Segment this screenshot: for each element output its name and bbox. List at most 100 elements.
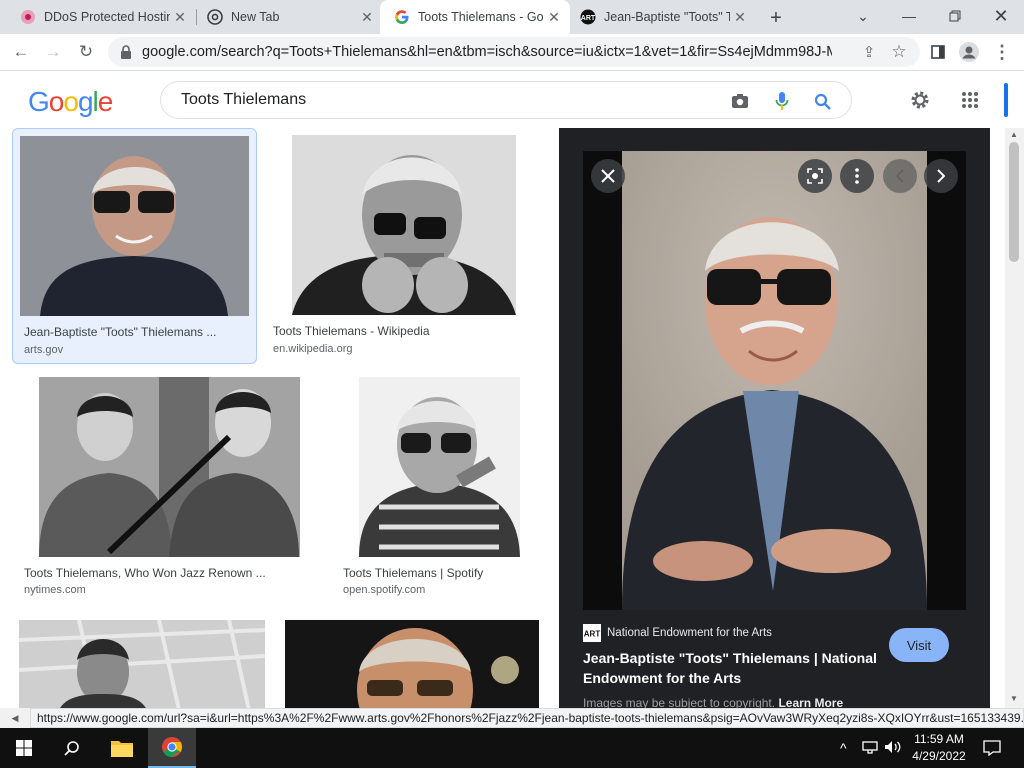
more-options-button[interactable] (840, 159, 874, 193)
image-result-card[interactable] (280, 620, 548, 708)
network-icon[interactable] (862, 740, 878, 757)
chrome-menu-icon[interactable]: ⋮ (989, 39, 1015, 65)
image-result-card[interactable]: Toots Thielemans | Spotify open.spotify.… (331, 372, 547, 604)
tab-title: Jean-Baptiste "Toots" T (604, 10, 730, 24)
restore-icon (949, 10, 961, 22)
windows-taskbar: ^ 11:59 AM 4/29/2022 (0, 728, 1024, 768)
chevron-right-icon (937, 169, 945, 183)
image-result-card[interactable]: Jean-Baptiste "Toots" Thielemans ... art… (12, 128, 257, 364)
large-portrait-photo-icon (583, 151, 966, 610)
taskbar-file-explorer[interactable] (98, 728, 146, 768)
scroll-left-arrow-icon[interactable]: ◀ (0, 708, 30, 728)
volume-icon[interactable] (884, 740, 902, 757)
preview-image[interactable] (583, 151, 966, 610)
flower-favicon-icon (21, 10, 35, 24)
apps-grid-icon[interactable] (958, 88, 982, 112)
tab-title: New Tab (231, 10, 280, 24)
google-header: Google (0, 72, 1024, 128)
duo-musicians-photo-icon (39, 377, 300, 557)
tab-search-chevron-icon[interactable]: ⌄ (840, 0, 886, 32)
image-preview-panel: ART National Endowment for the Arts Jean… (559, 128, 990, 708)
action-center-button[interactable] (968, 728, 1016, 768)
browser-toolbar: ← → ↻ google.com/search?q=Toots+Thielema… (0, 34, 1024, 71)
image-result-card[interactable] (12, 620, 272, 708)
logo-letter: G (28, 86, 50, 117)
tab-title: DDoS Protected Hostin (44, 10, 170, 24)
profile-avatar-icon[interactable] (956, 39, 982, 65)
close-tab-icon[interactable]: ✕ (357, 7, 377, 27)
page-scrollbar[interactable]: ▲ ▼ (1005, 128, 1024, 708)
scroll-down-arrow-icon[interactable]: ▼ (1009, 694, 1019, 704)
result-thumbnail[interactable] (39, 377, 300, 557)
result-source[interactable]: arts.gov (24, 344, 63, 356)
sign-in-edge[interactable] (1004, 83, 1008, 117)
start-button[interactable] (0, 728, 48, 768)
show-hidden-icons-icon[interactable]: ^ (840, 740, 847, 756)
result-thumbnail[interactable] (292, 135, 516, 315)
search-input[interactable] (181, 91, 721, 109)
tab-toots-google[interactable]: Toots Thielemans - Go ✕ (380, 0, 570, 34)
search-box[interactable] (160, 81, 852, 119)
learn-more-link[interactable]: Learn More (778, 696, 843, 708)
taskbar-clock[interactable]: 11:59 AM 4/29/2022 (904, 731, 974, 765)
result-caption[interactable]: Toots Thielemans, Who Won Jazz Renown ..… (24, 566, 266, 580)
new-tab-button[interactable]: + (764, 6, 788, 30)
back-button[interactable]: ← (8, 39, 34, 65)
restore-button[interactable] (932, 0, 978, 32)
logo-letter: e (97, 86, 114, 117)
settings-gear-icon[interactable] (908, 88, 932, 112)
svg-text:ART: ART (581, 15, 596, 22)
taskbar-chrome[interactable] (148, 728, 196, 768)
result-source[interactable]: nytimes.com (24, 584, 86, 596)
visit-button[interactable]: Visit (889, 628, 949, 662)
microphone-icon[interactable] (771, 90, 793, 112)
result-source[interactable]: open.spotify.com (343, 584, 425, 596)
bookmark-star-icon[interactable]: ☆ (886, 39, 912, 65)
taskbar-search-button[interactable] (48, 728, 96, 768)
logo-letter: o (63, 86, 79, 117)
close-tab-icon[interactable]: ✕ (730, 7, 750, 27)
result-caption[interactable]: Toots Thielemans | Spotify (343, 566, 483, 580)
tab-ddos[interactable]: DDoS Protected Hostin ✕ (0, 0, 196, 34)
url-text: google.com/search?q=Toots+Thielemans&hl=… (142, 44, 832, 60)
chevron-left-icon (896, 169, 904, 183)
reload-button[interactable]: ↻ (73, 39, 99, 65)
clock-date: 4/29/2022 (912, 749, 966, 763)
google-logo[interactable]: Google (28, 86, 114, 118)
result-thumbnail[interactable] (359, 377, 520, 557)
image-results-grid: Jean-Baptiste "Toots" Thielemans ... art… (0, 128, 559, 708)
svg-text:ART: ART (584, 630, 601, 639)
search-icon (64, 741, 79, 756)
logo-letter: g (77, 86, 94, 117)
minimize-button[interactable]: — (886, 0, 932, 32)
lens-icon (807, 168, 823, 184)
close-preview-button[interactable] (591, 159, 625, 193)
close-window-button[interactable]: ✕ (978, 0, 1024, 32)
google-lens-button[interactable] (798, 159, 832, 193)
forward-button[interactable]: → (40, 39, 66, 65)
result-thumbnail[interactable] (20, 136, 249, 316)
tab-new-tab[interactable]: New Tab ✕ (187, 0, 383, 34)
search-icon[interactable] (811, 90, 833, 112)
result-thumbnail[interactable] (285, 620, 539, 708)
result-source[interactable]: en.wikipedia.org (273, 343, 353, 355)
scroll-up-arrow-icon[interactable]: ▲ (1009, 130, 1019, 140)
preview-title[interactable]: Jean-Baptiste "Toots" Thielemans | Natio… (583, 648, 883, 688)
scrollbar-thumb[interactable] (1009, 142, 1019, 262)
share-icon[interactable]: ⇪ (856, 39, 882, 65)
close-icon (601, 169, 615, 183)
result-caption[interactable]: Toots Thielemans - Wikipedia (273, 324, 430, 338)
preview-source[interactable]: ART National Endowment for the Arts (583, 624, 772, 642)
address-bar[interactable]: google.com/search?q=Toots+Thielemans&hl=… (108, 37, 920, 67)
next-image-button[interactable] (924, 159, 958, 193)
result-thumbnail[interactable] (19, 620, 265, 708)
image-result-card[interactable]: Toots Thielemans - Wikipedia en.wikipedi… (262, 128, 547, 364)
close-tab-icon[interactable]: ✕ (544, 7, 564, 27)
tab-nea-page[interactable]: ART Jean-Baptiste "Toots" T ✕ (566, 0, 756, 34)
previous-image-button[interactable] (883, 159, 917, 193)
clock-time: 11:59 AM (914, 732, 964, 746)
camera-lens-icon[interactable] (729, 90, 751, 112)
image-result-card[interactable]: Toots Thielemans, Who Won Jazz Renown ..… (12, 372, 322, 604)
result-caption[interactable]: Jean-Baptiste "Toots" Thielemans ... (24, 325, 216, 339)
side-panel-icon[interactable] (925, 39, 951, 65)
